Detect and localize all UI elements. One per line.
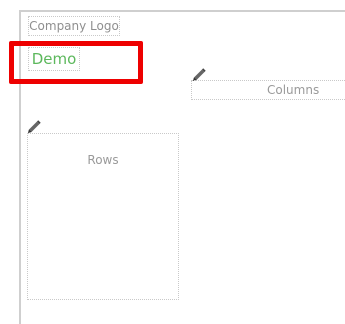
columns-drop-zone[interactable]: Columns (191, 80, 345, 100)
company-logo-placeholder[interactable]: Company Logo (28, 16, 120, 36)
report-designer-canvas: Company Logo Demo Columns Rows (0, 0, 345, 324)
columns-label: Columns (267, 83, 320, 97)
page-frame-top-edge (19, 10, 345, 12)
rows-drop-zone[interactable]: Rows (27, 133, 179, 300)
rows-label: Rows (87, 153, 119, 167)
highlight-annotation-box (9, 41, 143, 84)
